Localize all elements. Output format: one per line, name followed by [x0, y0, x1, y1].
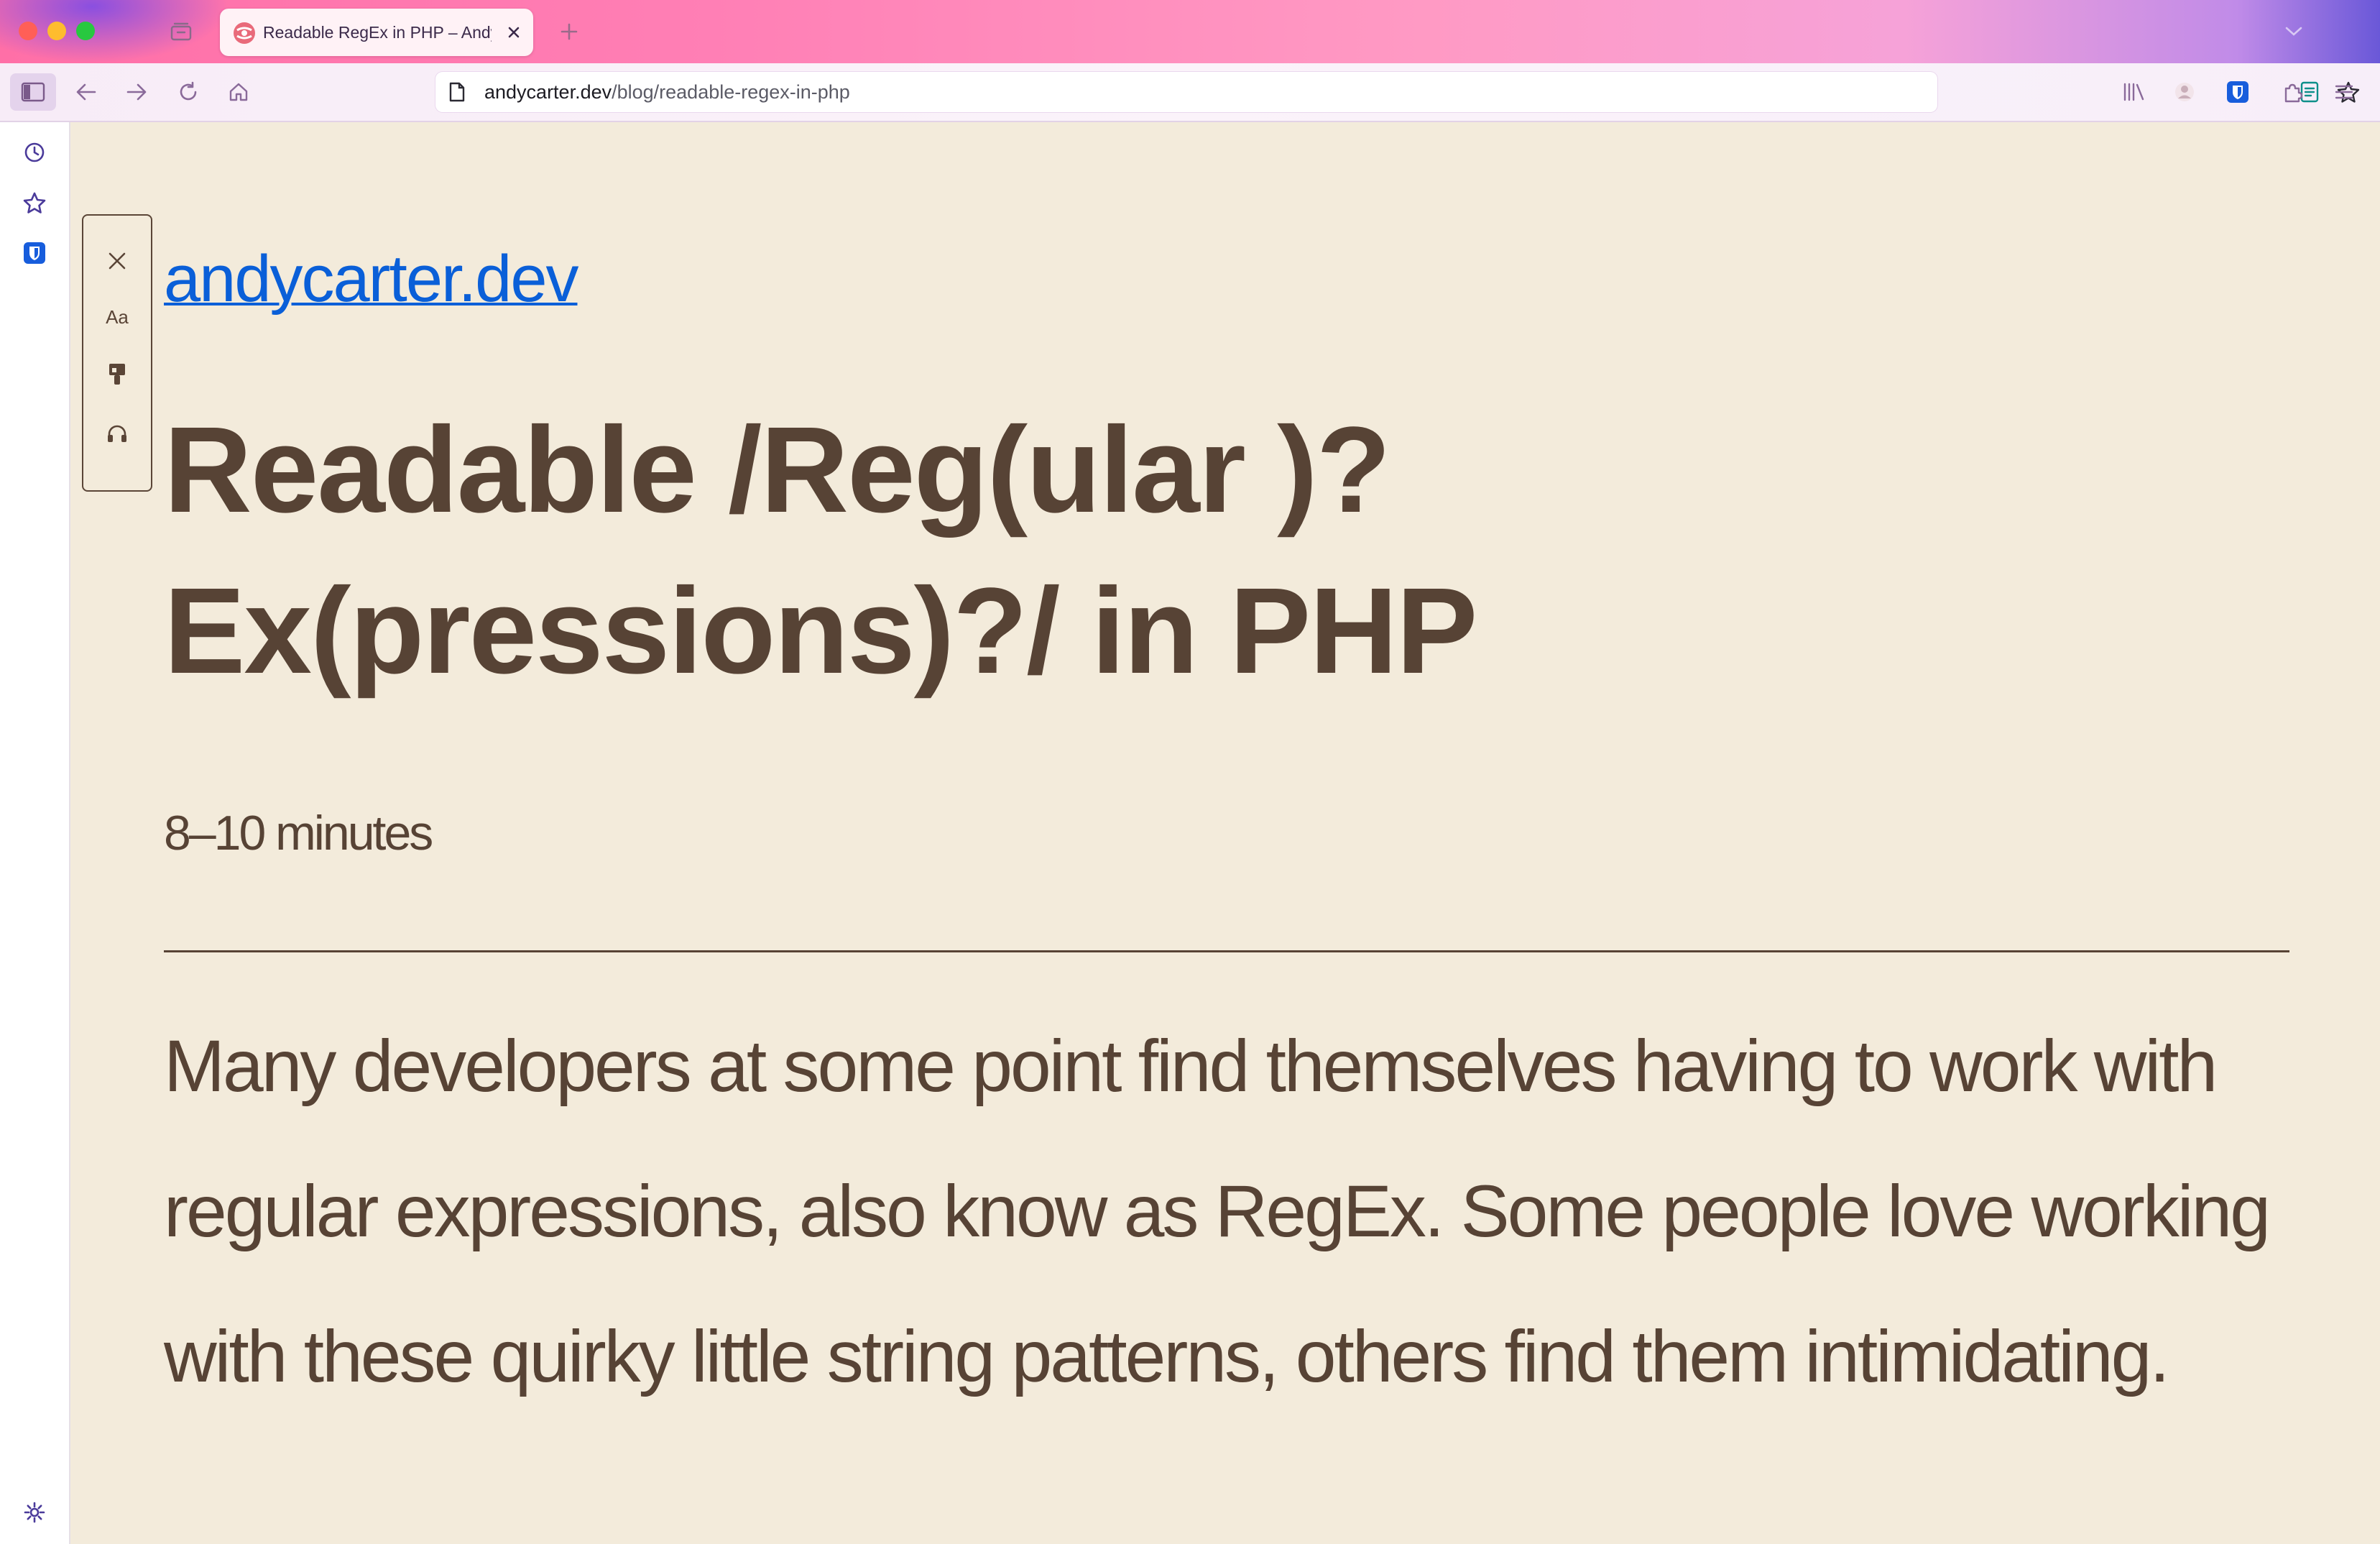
puzzle-icon[interactable] [2274, 73, 2311, 111]
sidebar [0, 122, 70, 1544]
window-zoom-button[interactable] [76, 22, 95, 40]
close-icon[interactable] [99, 243, 135, 279]
home-icon[interactable] [220, 73, 257, 111]
url-text[interactable]: andycarter.dev/blog/readable-regex-in-ph… [484, 72, 850, 112]
chevron-down-icon[interactable] [2278, 17, 2310, 46]
tabs-overview-icon[interactable] [165, 17, 197, 46]
hamburger-menu-icon[interactable] [2325, 73, 2363, 111]
account-icon[interactable] [2166, 73, 2203, 111]
plus-icon[interactable] [555, 17, 584, 46]
type-controls-label: Aa [106, 305, 129, 328]
url-bar[interactable]: andycarter.dev/blog/readable-regex-in-ph… [435, 72, 2360, 112]
article-title: Readable /Reg(ular )? Ex(pressions)?/ in… [164, 402, 1477, 699]
arrow-left-icon[interactable] [68, 73, 105, 111]
headphones-icon[interactable] [99, 415, 135, 451]
url-domain: andycarter.dev [484, 81, 612, 103]
window-close-button[interactable] [19, 22, 37, 40]
sidebar-icon[interactable] [10, 73, 56, 111]
url-path: /blog/readable-regex-in-php [612, 81, 850, 103]
star-icon[interactable] [17, 185, 52, 220]
paintbrush-icon[interactable] [99, 357, 135, 392]
arrow-right-icon[interactable] [118, 73, 155, 111]
page-icon[interactable] [446, 81, 469, 104]
article-paragraph: Many developers at some point find thems… [164, 1025, 2271, 1397]
tab-title: Readable RegEx in PHP – Andy C [263, 23, 492, 42]
reload-icon[interactable] [170, 73, 207, 111]
tab-active[interactable]: Readable RegEx in PHP – Andy C [220, 9, 533, 56]
gear-icon[interactable] [17, 1495, 52, 1530]
close-icon[interactable] [502, 20, 526, 45]
reader-view: Aa andycarter.dev Readable /Reg(ular )? … [70, 122, 2380, 1544]
type-controls-button[interactable]: Aa [99, 299, 135, 335]
reader-toolbar: Aa [82, 214, 152, 492]
history-icon[interactable] [17, 135, 52, 170]
divider [164, 950, 2289, 952]
navigation-toolbar: andycarter.dev/blog/readable-regex-in-ph… [0, 63, 2380, 122]
library-icon[interactable] [2116, 73, 2153, 111]
reading-time: 8–10 minutes [164, 806, 433, 860]
site-name-link[interactable]: andycarter.dev [164, 242, 578, 317]
window-minimize-button[interactable] [47, 22, 66, 40]
bitwarden-shield-icon[interactable] [2219, 73, 2256, 111]
bitwarden-shield-icon[interactable] [17, 236, 52, 270]
tab-strip: Readable RegEx in PHP – Andy C [0, 0, 2380, 63]
andycarter-logo-icon [233, 22, 256, 45]
